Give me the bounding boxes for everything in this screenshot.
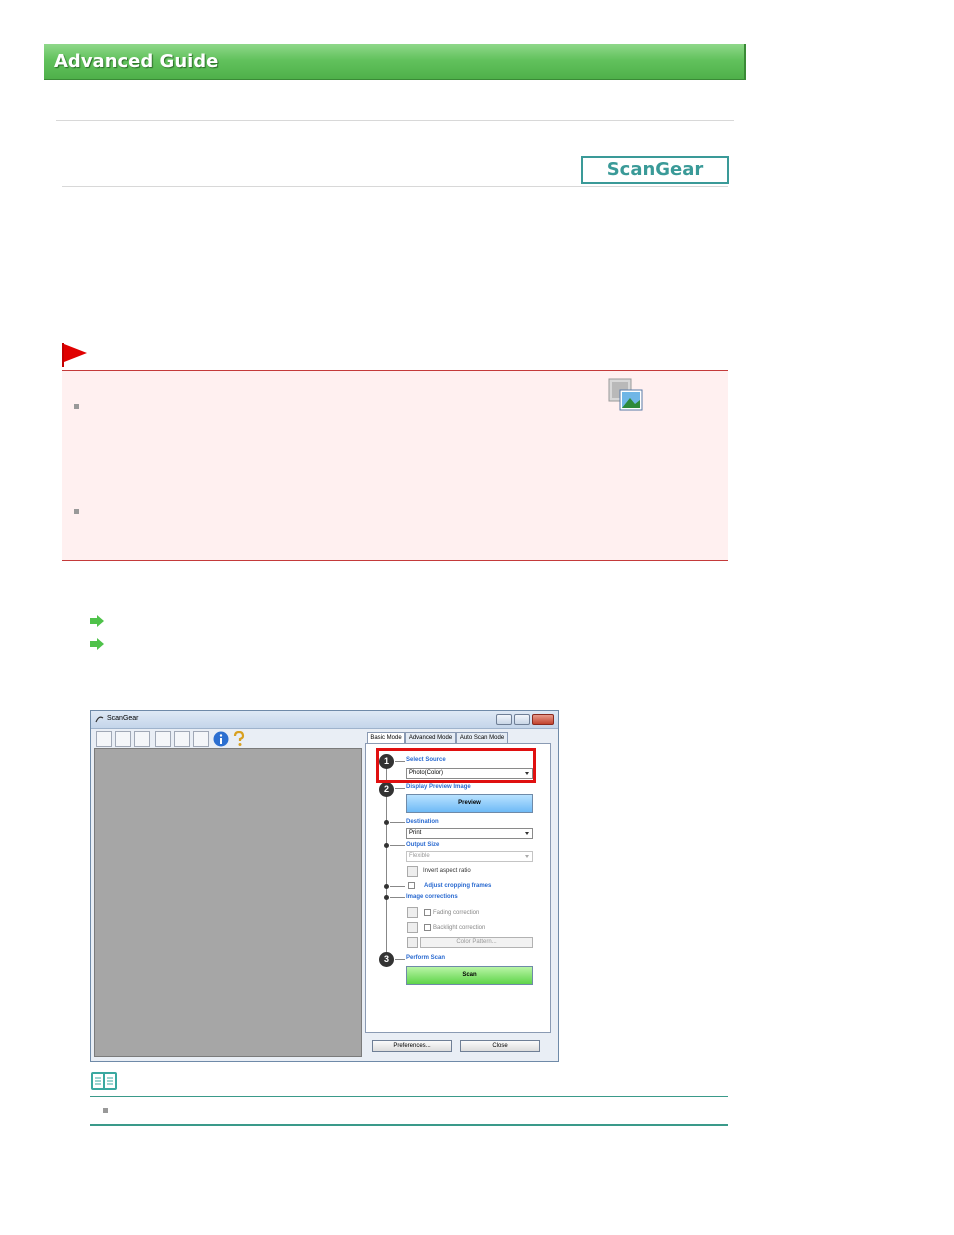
adjust-cropping-checkbox[interactable] bbox=[408, 882, 415, 889]
scangear-button[interactable]: ScanGear bbox=[581, 156, 729, 184]
link-arrow-icon[interactable] bbox=[90, 615, 104, 627]
window-titlebar: ScanGear bbox=[91, 711, 558, 729]
destination-dropdown[interactable]: Print bbox=[406, 828, 533, 839]
select-source-highlight bbox=[376, 748, 536, 783]
backlight-checkbox[interactable] bbox=[424, 924, 431, 931]
bullet-icon bbox=[103, 1108, 108, 1113]
rotate-right-icon[interactable] bbox=[134, 731, 150, 747]
step-line bbox=[390, 845, 405, 846]
scanner-tool-icon bbox=[608, 378, 643, 411]
step-line bbox=[395, 788, 405, 789]
perform-scan-label: Perform Scan bbox=[406, 955, 446, 961]
step-dot bbox=[384, 820, 389, 825]
color-pattern-button[interactable]: Color Pattern... bbox=[420, 937, 533, 948]
note-divider bbox=[90, 1096, 728, 1097]
bullet-icon bbox=[74, 404, 79, 409]
preview-toolbar bbox=[93, 730, 363, 748]
color-pattern-icon bbox=[407, 937, 418, 948]
scangear-button-label: ScanGear bbox=[606, 159, 704, 180]
step-dot bbox=[384, 884, 389, 889]
destination-value: Print bbox=[409, 830, 422, 836]
auto-crop-icon[interactable] bbox=[155, 731, 171, 747]
step-dot bbox=[384, 843, 389, 848]
minimize-button[interactable] bbox=[496, 714, 512, 725]
guide-header: Advanced Guide bbox=[44, 44, 746, 80]
step-line bbox=[390, 822, 405, 823]
preferences-button[interactable]: Preferences... bbox=[372, 1040, 452, 1052]
step-dot bbox=[384, 895, 389, 900]
scangear-logo-icon bbox=[95, 716, 104, 723]
step-line bbox=[390, 886, 405, 887]
image-corrections-label: Image corrections bbox=[406, 894, 458, 900]
important-flag-icon bbox=[62, 343, 87, 367]
fading-label: Fading correction bbox=[433, 910, 480, 916]
backlight-label: Backlight correction bbox=[433, 925, 486, 931]
step-line bbox=[390, 897, 405, 898]
backlight-icon bbox=[407, 922, 418, 933]
fading-icon bbox=[407, 907, 418, 918]
link-arrow-icon[interactable] bbox=[90, 638, 104, 650]
rotate-left-icon[interactable] bbox=[115, 731, 131, 747]
note-divider bbox=[90, 1124, 728, 1126]
chevron-down-icon bbox=[525, 855, 529, 858]
invert-aspect-label: Invert aspect ratio bbox=[423, 868, 471, 874]
multi-crop-icon[interactable] bbox=[193, 731, 209, 747]
step-2-badge: 2 bbox=[379, 782, 394, 797]
output-size-value: Flexible bbox=[409, 853, 430, 859]
info-icon[interactable] bbox=[213, 731, 229, 747]
scan-button[interactable]: Scan bbox=[406, 966, 533, 985]
fading-checkbox[interactable] bbox=[424, 909, 431, 916]
step-line bbox=[395, 959, 405, 960]
destination-label: Destination bbox=[406, 819, 439, 825]
guide-title: Advanced Guide bbox=[54, 51, 219, 72]
window-title: ScanGear bbox=[107, 715, 139, 722]
load-image-icon[interactable] bbox=[96, 731, 112, 747]
bullet-icon bbox=[74, 509, 79, 514]
preview-button[interactable]: Preview bbox=[406, 794, 533, 813]
close-button[interactable]: Close bbox=[460, 1040, 540, 1052]
scangear-window-screenshot: ScanGear Basic Mode Advanced Mode Auto S… bbox=[90, 710, 559, 1062]
output-size-dropdown[interactable]: Flexible bbox=[406, 851, 533, 862]
step-3-badge: 3 bbox=[379, 952, 394, 967]
divider bbox=[56, 120, 734, 121]
remove-crop-icon[interactable] bbox=[174, 731, 190, 747]
basic-mode-panel: 1 Select Source Photo(Color) 2 Display P… bbox=[365, 743, 551, 1033]
display-preview-label: Display Preview Image bbox=[406, 784, 471, 790]
maximize-button[interactable] bbox=[514, 714, 530, 725]
help-icon[interactable] bbox=[233, 731, 245, 747]
note-book-icon bbox=[91, 1072, 117, 1090]
invert-aspect-icon[interactable] bbox=[407, 866, 418, 877]
divider bbox=[62, 186, 728, 187]
adjust-cropping-label: Adjust cropping frames bbox=[424, 883, 492, 889]
close-window-button[interactable] bbox=[532, 714, 554, 725]
output-size-label: Output Size bbox=[406, 842, 440, 848]
preview-area[interactable] bbox=[94, 748, 362, 1057]
chevron-down-icon bbox=[525, 832, 529, 835]
